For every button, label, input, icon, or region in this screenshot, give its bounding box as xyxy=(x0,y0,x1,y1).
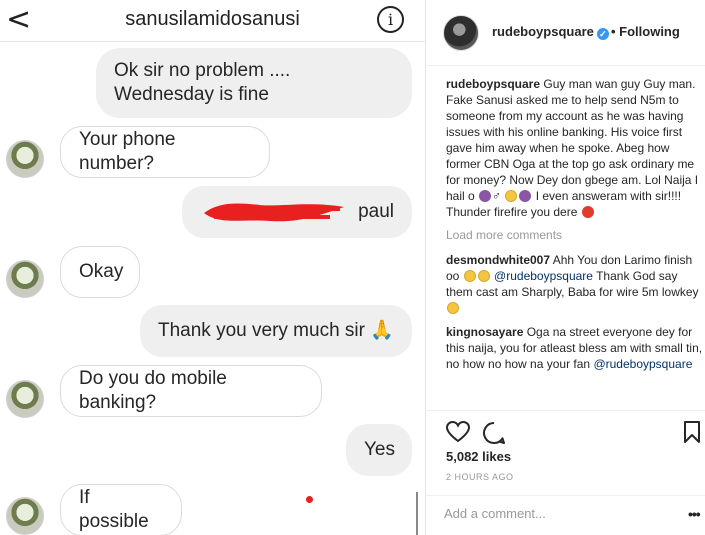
avatar xyxy=(6,380,44,418)
avatar xyxy=(6,497,44,535)
message-text: Do you do mobile banking? xyxy=(79,368,227,413)
dm-title: sanusilamidosanusi xyxy=(125,8,300,30)
post-header: rudeboypsquare ✓ • Following xyxy=(426,0,705,66)
message-bubble: Your phone number? xyxy=(60,126,270,178)
laughing-emoji-icon xyxy=(505,190,518,202)
more-options-icon[interactable]: ••• xyxy=(688,506,701,522)
person-emoji-icon xyxy=(479,190,492,202)
facepalm-emoji-icon xyxy=(519,190,532,202)
mention-link[interactable]: @rudeboypsquare xyxy=(593,357,692,371)
info-icon[interactable]: i xyxy=(377,6,404,33)
mention-link[interactable]: @rudeboypsquare xyxy=(494,269,593,283)
comment: kingnosayare Oga na street everyone dey … xyxy=(446,324,704,372)
load-more-comments-link[interactable]: Load more comments xyxy=(446,228,704,242)
message-bubble: Okay xyxy=(60,246,140,298)
angry-emoji-icon xyxy=(581,206,594,218)
caption-text: Guy man wan guy Guy man. Fake Sanusi ask… xyxy=(446,77,699,203)
laughing-emoji-icon xyxy=(477,270,490,282)
message-bubble: Ok sir no problem .... Wednesday is fine xyxy=(96,48,412,118)
red-dot-mark xyxy=(306,496,313,503)
message-bubble: Thank you very much sir 🙏 xyxy=(140,305,412,357)
following-button[interactable]: • Following xyxy=(611,24,680,39)
message-bubble: Do you do mobile banking? xyxy=(60,365,322,417)
redaction-scribble xyxy=(204,203,344,222)
message-text: If possible xyxy=(79,487,149,532)
message-text: Thank you very much sir 🙏 xyxy=(158,320,394,341)
instagram-post-panel: rudeboypsquare ✓ • Following rudeboypsqua… xyxy=(425,0,705,535)
message-text: Your phone number? xyxy=(79,129,176,174)
add-comment-bar: ••• xyxy=(426,495,705,535)
message-text: Okay xyxy=(79,261,124,282)
verified-badge-icon: ✓ xyxy=(596,28,609,40)
laughing-emoji-icon xyxy=(463,270,476,282)
message-text: Yes xyxy=(364,439,395,460)
avatar xyxy=(6,260,44,298)
comments-list: rudeboypsquare Guy man wan guy Guy man. … xyxy=(446,76,704,380)
username-text[interactable]: rudeboypsquare xyxy=(492,24,594,39)
post-actions: 5,082 likes 2 HOURS AGO ••• xyxy=(426,410,705,535)
message-bubble: If possible xyxy=(60,484,182,535)
heart-icon[interactable] xyxy=(446,421,470,443)
comment-username[interactable]: desmondwhite007 xyxy=(446,253,550,267)
comment-icon[interactable] xyxy=(482,421,506,445)
post-username[interactable]: rudeboypsquare ✓ xyxy=(492,24,609,40)
comment: desmondwhite007 Ahh You don Larimo finis… xyxy=(446,252,704,316)
laughing-emoji-icon xyxy=(447,302,459,314)
message-bubble: Yes xyxy=(346,424,412,476)
dm-conversation: < sanusilamidosanusi i Ok sir no problem… xyxy=(0,0,425,535)
comment-username[interactable]: kingnosayare xyxy=(446,325,523,339)
scrollbar[interactable] xyxy=(416,492,418,535)
avatar[interactable] xyxy=(443,15,479,51)
bookmark-icon[interactable] xyxy=(684,421,700,443)
caption: rudeboypsquare Guy man wan guy Guy man. … xyxy=(446,77,699,219)
caption-username[interactable]: rudeboypsquare xyxy=(446,77,540,91)
dm-header: < sanusilamidosanusi i xyxy=(0,0,425,42)
likes-count[interactable]: 5,082 likes xyxy=(446,449,511,464)
message-text: paul xyxy=(358,201,394,222)
avatar xyxy=(6,140,44,178)
add-comment-input[interactable] xyxy=(444,506,664,521)
message-text: Ok sir no problem .... Wednesday is fine xyxy=(114,60,291,105)
post-timestamp: 2 HOURS AGO xyxy=(446,472,514,482)
